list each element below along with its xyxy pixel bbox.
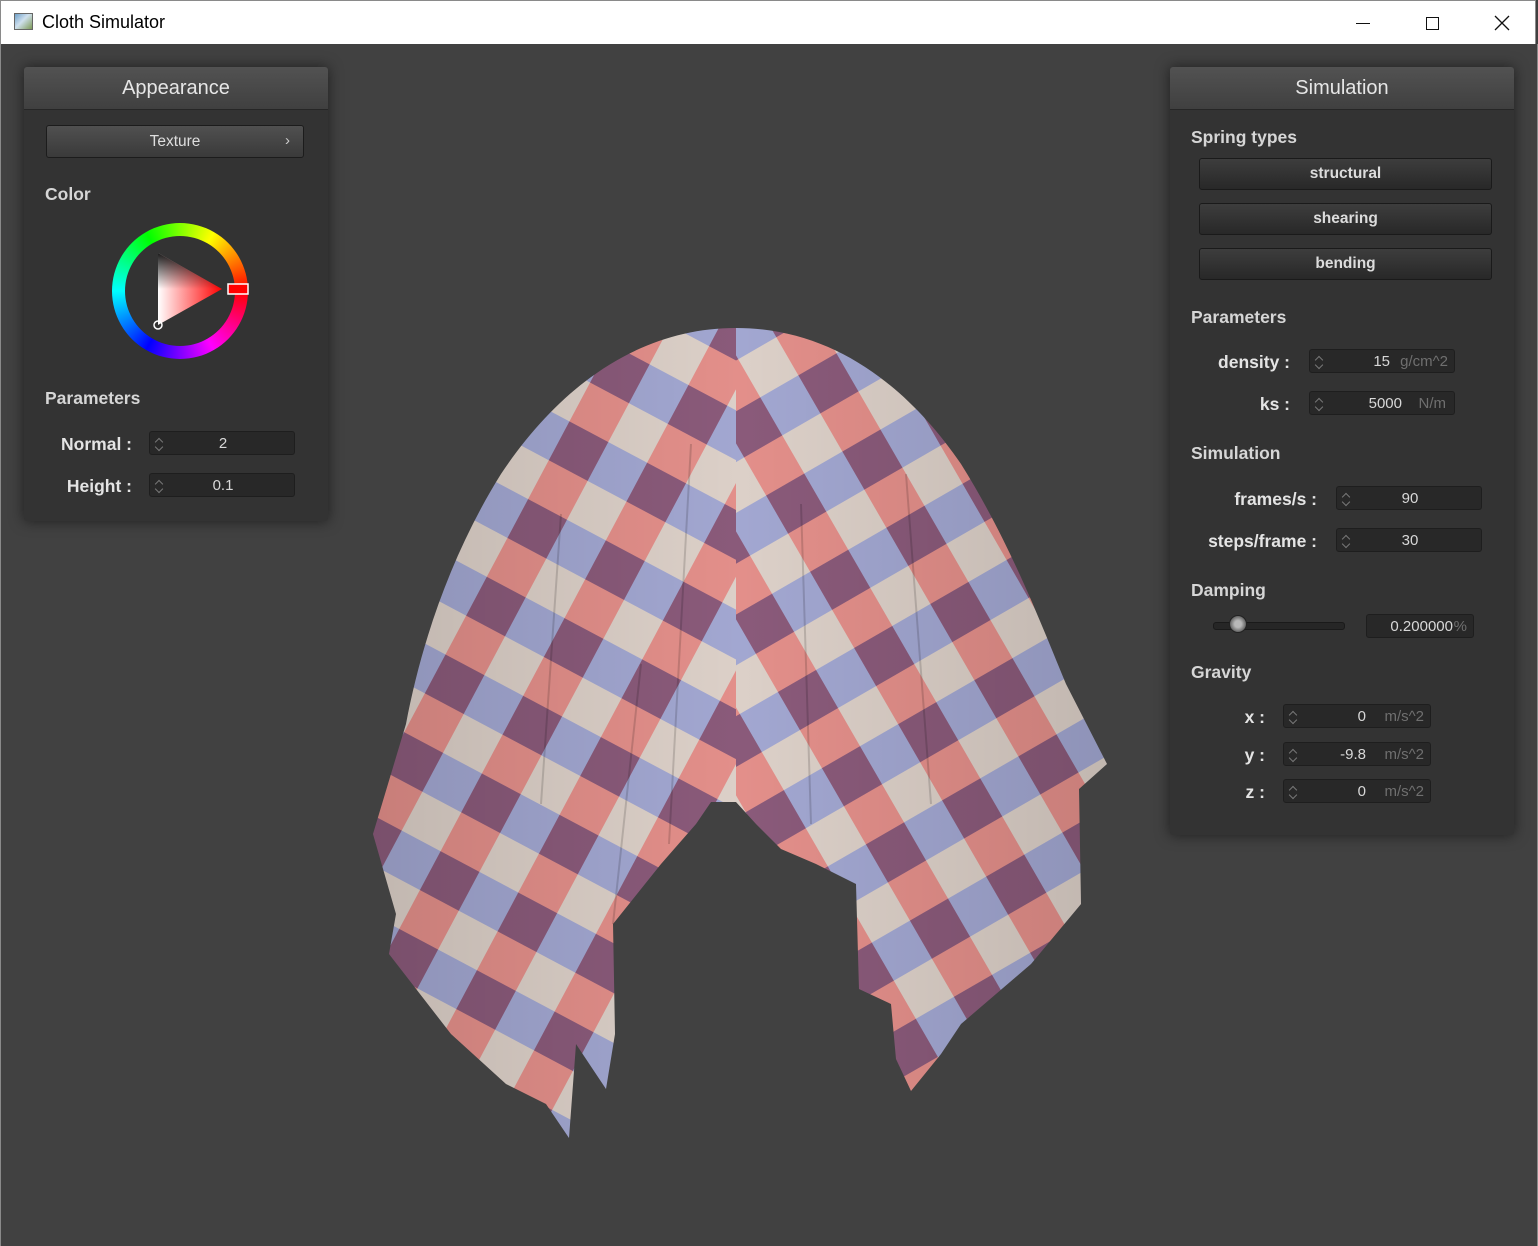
bending-toggle-button[interactable]: bending xyxy=(1199,248,1492,280)
density-label: density : xyxy=(1218,352,1290,372)
gravity-y-spinbox[interactable]: -9.8 m/s^2 xyxy=(1283,742,1431,766)
hue-marker[interactable] xyxy=(227,283,249,295)
height-label: Height : xyxy=(66,476,132,496)
gravity-x-value: 0 xyxy=(1357,708,1366,725)
chevron-right-icon: › xyxy=(285,132,290,149)
spinner-icon xyxy=(1288,783,1298,800)
texture-button[interactable]: Texture › xyxy=(46,125,304,158)
color-wheel[interactable] xyxy=(110,221,250,361)
fps-spinbox[interactable]: 90 xyxy=(1336,486,1482,510)
spinner-icon xyxy=(1288,746,1298,763)
normal-label: Normal : xyxy=(61,434,132,454)
close-button[interactable] xyxy=(1467,1,1537,45)
normal-spinbox[interactable]: 2 xyxy=(149,431,295,455)
structural-toggle-button[interactable]: structural xyxy=(1199,158,1492,190)
damping-label: Damping xyxy=(1191,580,1266,600)
gravity-x-spinbox[interactable]: 0 m/s^2 xyxy=(1283,704,1431,728)
ks-unit: N/m xyxy=(1418,395,1447,412)
steps-spinbox[interactable]: 30 xyxy=(1336,528,1482,552)
steps-label: steps/frame : xyxy=(1208,531,1317,551)
density-spinbox[interactable]: 15 g/cm^2 xyxy=(1309,349,1455,373)
shearing-label: shearing xyxy=(1313,210,1378,227)
density-value: 15 xyxy=(1373,353,1390,370)
gravity-y-value: -9.8 xyxy=(1340,746,1366,763)
gravity-x-unit: m/s^2 xyxy=(1384,708,1424,725)
gravity-label: Gravity xyxy=(1191,662,1252,682)
title-bar: Cloth Simulator xyxy=(0,0,1536,44)
spring-types-label: Spring types xyxy=(1191,127,1297,147)
app-image-icon xyxy=(14,13,33,30)
spinner-icon xyxy=(1314,353,1324,370)
density-unit: g/cm^2 xyxy=(1400,353,1448,370)
spinner-icon xyxy=(1314,395,1324,412)
minimize-button[interactable] xyxy=(1328,1,1398,45)
spinner-icon xyxy=(1288,708,1298,725)
color-label: Color xyxy=(45,184,91,204)
bending-label: bending xyxy=(1315,255,1376,272)
shearing-toggle-button[interactable]: shearing xyxy=(1199,203,1492,235)
simulation-panel-title: Simulation xyxy=(1170,67,1514,110)
appearance-panel: Appearance Texture › Color Parameters No… xyxy=(24,67,328,521)
appearance-parameters-label: Parameters xyxy=(45,388,141,408)
gravity-y-label: y : xyxy=(1244,745,1265,765)
gravity-z-value: 0 xyxy=(1357,783,1366,800)
sim-parameters-label: Parameters xyxy=(1191,307,1287,327)
damping-unit: % xyxy=(1453,618,1467,635)
simulation-panel: Simulation Spring types structural shear… xyxy=(1170,67,1514,835)
damping-slider-handle[interactable] xyxy=(1229,615,1247,633)
maximize-icon xyxy=(1425,16,1439,30)
gravity-z-spinbox[interactable]: 0 m/s^2 xyxy=(1283,779,1431,803)
minimize-icon xyxy=(1356,22,1370,24)
window-title: Cloth Simulator xyxy=(42,12,166,32)
gravity-z-unit: m/s^2 xyxy=(1384,783,1424,800)
damping-value: 0.200000 xyxy=(1390,618,1453,635)
gravity-y-unit: m/s^2 xyxy=(1384,746,1424,763)
simulation-section-label: Simulation xyxy=(1191,443,1281,463)
gravity-z-label: z : xyxy=(1245,782,1265,802)
height-value: 0.1 xyxy=(212,477,234,494)
ks-label: ks : xyxy=(1259,394,1290,414)
cloth-shading xyxy=(373,328,1107,1138)
gravity-x-label: x : xyxy=(1244,707,1265,727)
ks-value: 5000 xyxy=(1368,395,1402,412)
normal-value: 2 xyxy=(218,435,228,452)
maximize-button[interactable] xyxy=(1397,1,1467,45)
fps-label: frames/s : xyxy=(1234,489,1317,509)
steps-value: 30 xyxy=(1401,532,1419,549)
texture-button-label: Texture xyxy=(149,132,201,150)
fps-value: 90 xyxy=(1401,490,1419,507)
structural-label: structural xyxy=(1309,165,1382,182)
damping-field[interactable]: 0.200000 % xyxy=(1366,614,1474,638)
height-spinbox[interactable]: 0.1 xyxy=(149,473,295,497)
close-icon xyxy=(1494,15,1510,31)
appearance-panel-title: Appearance xyxy=(24,67,328,110)
ks-spinbox[interactable]: 5000 N/m xyxy=(1309,391,1455,415)
